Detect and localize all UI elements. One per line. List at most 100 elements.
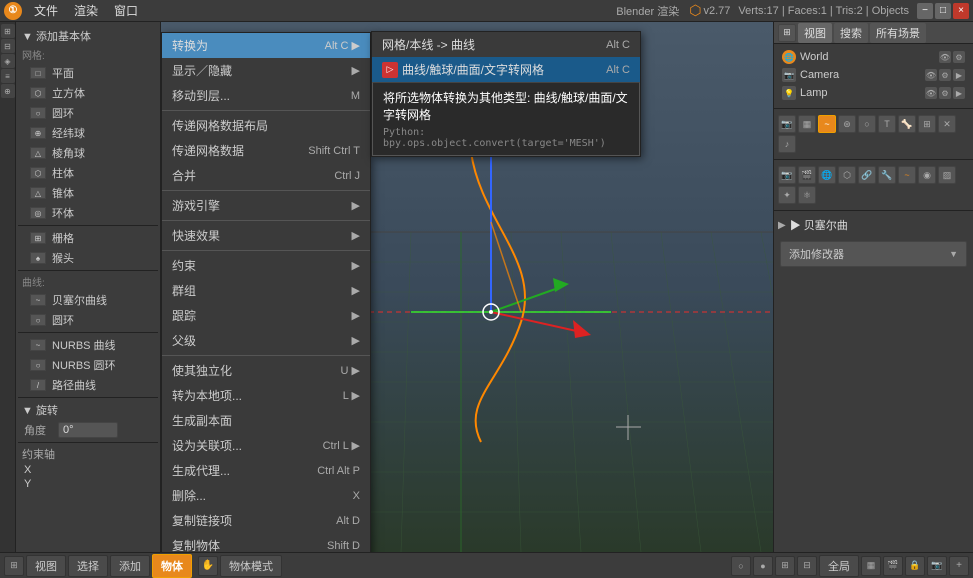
sidebar-item-cube[interactable]: ⬡ 立方体 bbox=[18, 83, 158, 103]
bottom-layers-icon[interactable]: ⊟ bbox=[797, 556, 817, 576]
sidebar-item-curve-circle[interactable]: ○ 圆环 bbox=[18, 310, 158, 330]
maximize-button[interactable]: □ bbox=[935, 3, 951, 19]
right-tab-all-scenes[interactable]: 所有场景 bbox=[870, 23, 926, 43]
r-icon-text[interactable]: T bbox=[878, 115, 896, 133]
r-icon-arm[interactable]: 🦴 bbox=[898, 115, 916, 133]
axis-x[interactable]: X bbox=[18, 463, 158, 477]
sidebar-item-cylinder[interactable]: ⬡ 柱体 bbox=[18, 163, 158, 183]
prop-icon-material[interactable]: ◉ bbox=[918, 166, 936, 184]
menu-item-move-layer[interactable]: 移动到层... M bbox=[162, 83, 370, 108]
bottom-icon-view[interactable]: ⊞ bbox=[4, 556, 24, 576]
prop-icon-scene[interactable]: 🎬 bbox=[798, 166, 816, 184]
menu-item-game[interactable]: 游戏引擎 ▶ bbox=[162, 193, 370, 218]
r-icon-curve[interactable]: ~ bbox=[818, 115, 836, 133]
right-tab-view[interactable]: 视图 bbox=[798, 23, 832, 43]
menu-item-transfer-layout[interactable]: 传递网格数据布局 bbox=[162, 113, 370, 138]
bottom-render-icon[interactable]: ▦ bbox=[861, 556, 881, 576]
left-icon-4[interactable]: ≡ bbox=[1, 69, 15, 83]
lamp-arrow-icon[interactable]: ▶ bbox=[953, 87, 965, 99]
prop-icon-world[interactable]: 🌐 bbox=[818, 166, 836, 184]
menu-item-make-linked[interactable]: 设为关联项... Ctrl L ▶ bbox=[162, 433, 370, 458]
menu-item-quick-effects[interactable]: 快速效果 ▶ bbox=[162, 223, 370, 248]
camera-arrow-icon[interactable]: ▶ bbox=[953, 69, 965, 81]
axis-y[interactable]: Y bbox=[18, 477, 158, 491]
menu-item-parent[interactable]: 父级 ▶ bbox=[162, 328, 370, 353]
angle-input[interactable] bbox=[58, 422, 118, 438]
prop-icon-data[interactable]: ~ bbox=[898, 166, 916, 184]
r-icon-camera[interactable]: 📷 bbox=[778, 115, 796, 133]
sidebar-item-circle[interactable]: ○ 圆环 bbox=[18, 103, 158, 123]
sidebar-item-path[interactable]: / 路径曲线 bbox=[18, 375, 158, 395]
lamp-render-icon[interactable]: ⚙ bbox=[939, 87, 951, 99]
prop-icon-particles[interactable]: ✦ bbox=[778, 186, 796, 204]
lamp-vis-icon[interactable]: 👁 bbox=[925, 87, 937, 99]
world-render-icon[interactable]: ⚙ bbox=[953, 51, 965, 63]
menu-item-proxy[interactable]: 生成代理... Ctrl Alt P bbox=[162, 458, 370, 483]
menu-item-make-local[interactable]: 转为本地项... L ▶ bbox=[162, 383, 370, 408]
scene-item-camera[interactable]: 📷 Camera 👁 ⚙ ▶ bbox=[778, 66, 969, 84]
submenu-item-mesh-to-curve[interactable]: 网格/本线 -> 曲线 Alt C bbox=[372, 32, 640, 57]
r-icon-empty[interactable]: ✕ bbox=[938, 115, 956, 133]
prop-icon-object[interactable]: ⬡ bbox=[838, 166, 856, 184]
r-icon-lat[interactable]: ⊞ bbox=[918, 115, 936, 133]
menu-item-constraints[interactable]: 约束 ▶ bbox=[162, 253, 370, 278]
r-icon-mesh[interactable]: ▦ bbox=[798, 115, 816, 133]
left-icon-2[interactable]: ⊟ bbox=[1, 39, 15, 53]
sidebar-item-nurbs[interactable]: ~ NURBS 曲线 bbox=[18, 335, 158, 355]
sidebar-item-grid[interactable]: ⊞ 栅格 bbox=[18, 228, 158, 248]
menu-file[interactable]: 文件 bbox=[26, 0, 66, 21]
prop-icon-modifier[interactable]: 🔧 bbox=[878, 166, 896, 184]
minimize-button[interactable]: − bbox=[917, 3, 933, 19]
menu-item-make-single[interactable]: 使其独立化 U ▶ bbox=[162, 358, 370, 383]
world-vis-icon[interactable]: 👁 bbox=[939, 51, 951, 63]
prop-icon-render[interactable]: 📷 bbox=[778, 166, 796, 184]
bottom-btn-object[interactable]: 物体 bbox=[152, 554, 192, 578]
menu-render[interactable]: 渲染 bbox=[66, 0, 106, 21]
bottom-lock-icon[interactable]: 🔒 bbox=[905, 556, 925, 576]
r-icon-meta[interactable]: ○ bbox=[858, 115, 876, 133]
sidebar-item-nurbs-circle[interactable]: ○ NURBS 圆环 bbox=[18, 355, 158, 375]
bottom-grid-icon[interactable]: ⊞ bbox=[775, 556, 795, 576]
menu-item-dup-faces[interactable]: 生成副本面 bbox=[162, 408, 370, 433]
bottom-btn-view[interactable]: 视图 bbox=[26, 555, 66, 577]
camera-vis-icon[interactable]: 👁 bbox=[925, 69, 937, 81]
right-icon-panel[interactable]: ⊞ bbox=[778, 24, 796, 42]
menu-item-group[interactable]: 群组 ▶ bbox=[162, 278, 370, 303]
menu-item-delete[interactable]: 删除... X bbox=[162, 483, 370, 508]
bottom-cam-icon[interactable]: 📷 bbox=[927, 556, 947, 576]
bottom-icon-hand[interactable]: ✋ bbox=[198, 556, 218, 576]
menu-item-dup-object[interactable]: 复制物体 Shift D bbox=[162, 533, 370, 552]
add-modifier-button[interactable]: 添加修改器 ▼ bbox=[780, 241, 967, 267]
sidebar-item-torus[interactable]: ◎ 环体 bbox=[18, 203, 158, 223]
bottom-plus-icon[interactable]: + bbox=[949, 556, 969, 576]
sidebar-item-plane[interactable]: □ 平面 bbox=[18, 63, 158, 83]
menu-item-transfer-data[interactable]: 传递网格数据 Shift Ctrl T bbox=[162, 138, 370, 163]
bottom-circle-icon[interactable]: ○ bbox=[731, 556, 751, 576]
sidebar-item-bezier[interactable]: ~ 贝塞尔曲线 bbox=[18, 290, 158, 310]
bottom-btn-add[interactable]: 添加 bbox=[110, 555, 150, 577]
sidebar-item-uvsphere[interactable]: ⊕ 经纬球 bbox=[18, 123, 158, 143]
bottom-global-label[interactable]: 全局 bbox=[819, 555, 859, 577]
bottom-dot-icon[interactable]: ● bbox=[753, 556, 773, 576]
sidebar-item-cone[interactable]: △ 锥体 bbox=[18, 183, 158, 203]
prop-icon-physics[interactable]: ⚛ bbox=[798, 186, 816, 204]
r-icon-surface[interactable]: ⊛ bbox=[838, 115, 856, 133]
camera-render-icon[interactable]: ⚙ bbox=[939, 69, 951, 81]
right-tab-search[interactable]: 搜索 bbox=[834, 23, 868, 43]
sidebar-item-icosphere[interactable]: △ 棱角球 bbox=[18, 143, 158, 163]
close-button[interactable]: × bbox=[953, 3, 969, 19]
sidebar-item-monkey[interactable]: ♠ 猴头 bbox=[18, 248, 158, 268]
menu-item-convert[interactable]: 转换为 Alt C ▶ 网格/本线 -> 曲线 Alt C ▷ 曲线/触球/曲面… bbox=[162, 33, 370, 58]
scene-item-lamp[interactable]: 💡 Lamp 👁 ⚙ ▶ bbox=[778, 84, 969, 102]
menu-item-track[interactable]: 跟踪 ▶ bbox=[162, 303, 370, 328]
prop-icon-constraint[interactable]: 🔗 bbox=[858, 166, 876, 184]
bottom-btn-select[interactable]: 选择 bbox=[68, 555, 108, 577]
left-icon-5[interactable]: ⊕ bbox=[1, 84, 15, 98]
menu-item-dup-linked[interactable]: 复制链接项 Alt D bbox=[162, 508, 370, 533]
left-icon-3[interactable]: ◈ bbox=[1, 54, 15, 68]
r-icon-spkr[interactable]: ♪ bbox=[778, 135, 796, 153]
bottom-btn-object-mode[interactable]: 物体模式 bbox=[220, 555, 282, 577]
menu-item-show-hide[interactable]: 显示／隐藏 ▶ bbox=[162, 58, 370, 83]
prop-icon-texture[interactable]: ▨ bbox=[938, 166, 956, 184]
menu-item-join[interactable]: 合并 Ctrl J bbox=[162, 163, 370, 188]
